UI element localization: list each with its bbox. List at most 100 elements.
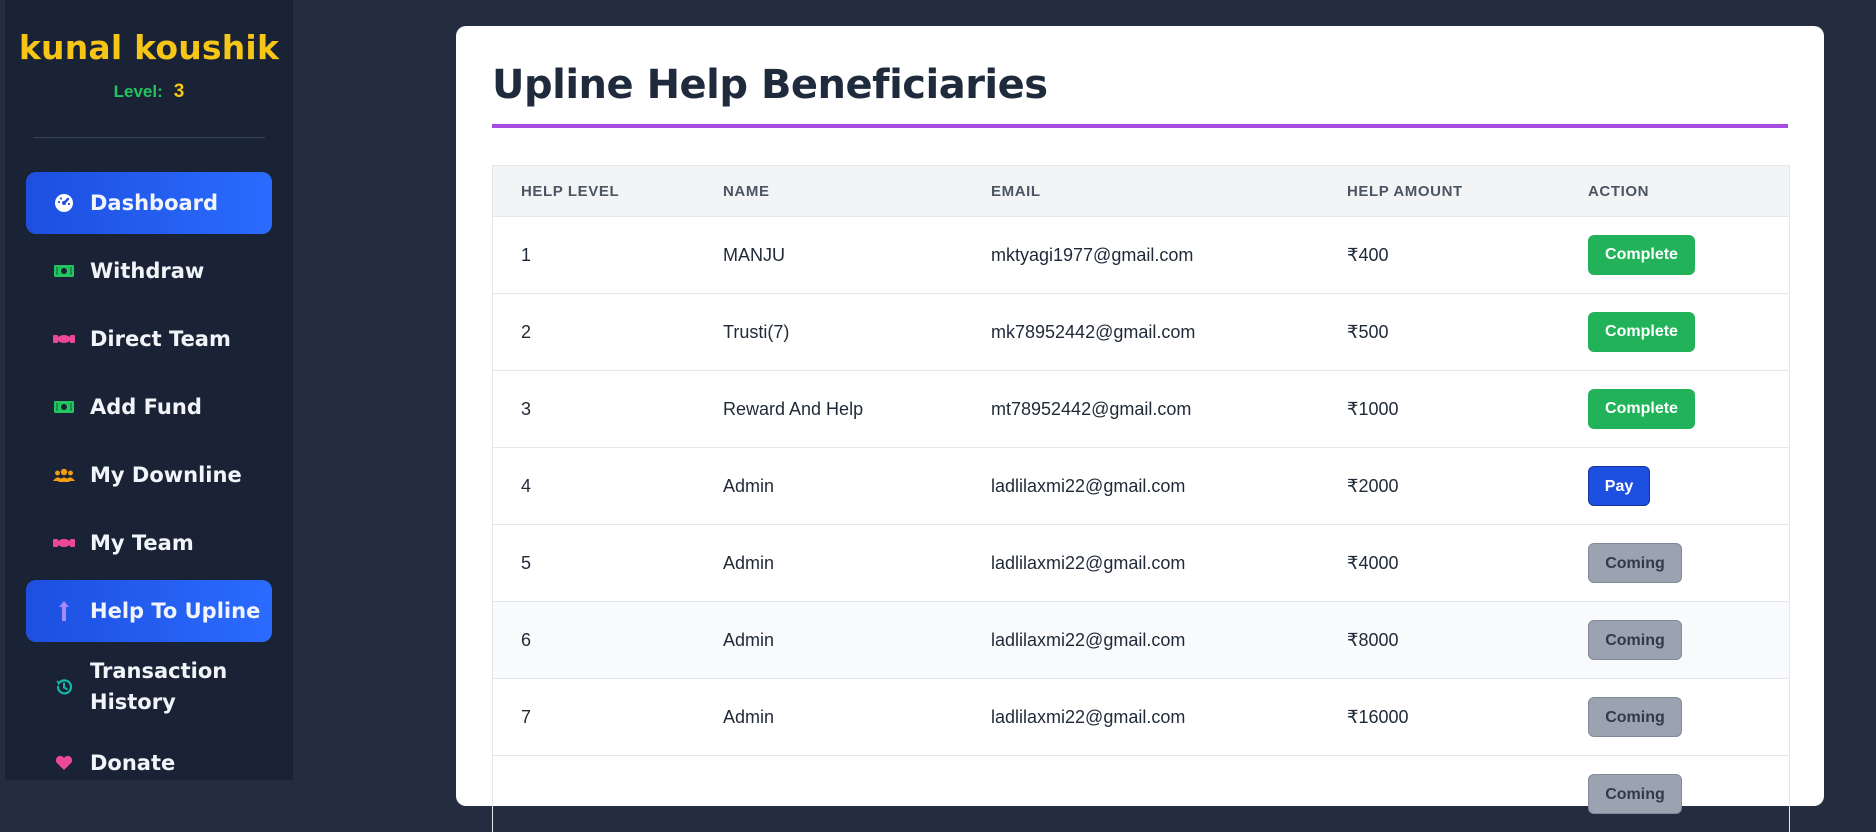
beneficiaries-table: HELP LEVEL NAME EMAIL HELP AMOUNT ACTION… (492, 165, 1790, 832)
cell-action: Complete (1560, 217, 1789, 294)
handshake-icon (50, 536, 78, 550)
cell-name: Admin (695, 448, 963, 525)
coming-button[interactable]: Coming (1588, 697, 1682, 737)
money-icon (50, 400, 78, 414)
cell-action: Coming (1560, 602, 1789, 679)
sidebar-nav: Dashboard Withdraw Direct Team Add Fund … (5, 172, 293, 780)
handshake-icon (50, 332, 78, 346)
sidebar-item-label: Donate (90, 748, 175, 779)
cell-email: ladlilaxmi22@gmail.com (963, 448, 1319, 525)
column-header-email: EMAIL (963, 166, 1319, 217)
cell-email: ladlilaxmi22@gmail.com (963, 525, 1319, 602)
level-row: Level: 3 (5, 81, 293, 103)
cell-name: MANJU (695, 217, 963, 294)
cell-help-amount: ₹2000 (1319, 448, 1560, 525)
cell-help-amount: ₹4000 (1319, 525, 1560, 602)
cell-action: Coming (1560, 756, 1789, 832)
history-icon (50, 677, 78, 697)
cell-email: ladlilaxmi22@gmail.com (963, 602, 1319, 679)
cell-name: Trusti(7) (695, 294, 963, 371)
cell-help-amount: ₹16000 (1319, 679, 1560, 756)
cell-help-amount (1319, 756, 1560, 832)
cell-name: Reward And Help (695, 371, 963, 448)
cell-name: Admin (695, 679, 963, 756)
heart-icon (50, 755, 78, 771)
sidebar-item-label: Withdraw (90, 256, 204, 287)
sidebar-item-label: My Downline (90, 460, 242, 491)
coming-button[interactable]: Coming (1588, 620, 1682, 660)
cell-help-level: 4 (493, 448, 695, 525)
cell-help-level (493, 756, 695, 832)
cell-help-level: 2 (493, 294, 695, 371)
cell-email: ladlilaxmi22@gmail.com (963, 679, 1319, 756)
column-header-action: ACTION (1560, 166, 1789, 217)
user-name: kunal koushik (5, 28, 293, 67)
cell-help-amount: ₹500 (1319, 294, 1560, 371)
sidebar-item-direct-team[interactable]: Direct Team (26, 308, 272, 370)
cell-name (695, 756, 963, 832)
cell-name: Admin (695, 525, 963, 602)
table-row: 7 Admin ladlilaxmi22@gmail.com ₹16000 Co… (493, 679, 1789, 756)
cell-email (963, 756, 1319, 832)
sidebar-item-label: My Team (90, 528, 194, 559)
table-row: 3 Reward And Help mt78952442@gmail.com ₹… (493, 371, 1789, 448)
sidebar-item-label: Direct Team (90, 324, 231, 355)
cell-email: mt78952442@gmail.com (963, 371, 1319, 448)
table-row: 2 Trusti(7) mk78952442@gmail.com ₹500 Co… (493, 294, 1789, 371)
coming-button[interactable]: Coming (1588, 543, 1682, 583)
cell-help-level: 7 (493, 679, 695, 756)
cell-name: Admin (695, 602, 963, 679)
table-row: 5 Admin ladlilaxmi22@gmail.com ₹4000 Com… (493, 525, 1789, 602)
complete-button[interactable]: Complete (1588, 389, 1695, 429)
table-row: Coming (493, 756, 1789, 832)
column-header-name: NAME (695, 166, 963, 217)
cell-help-amount: ₹8000 (1319, 602, 1560, 679)
sidebar-item-label: Help To Upline (90, 596, 260, 627)
main-card: Upline Help Beneficiaries HELP LEVEL NAM… (456, 26, 1824, 806)
cell-action: Coming (1560, 679, 1789, 756)
sidebar-item-donate[interactable]: Donate (26, 732, 272, 780)
title-underline (492, 124, 1788, 128)
level-value: 3 (174, 81, 185, 102)
arrow-up-icon (50, 600, 78, 622)
level-label: Level: (114, 82, 163, 101)
sidebar-item-withdraw[interactable]: Withdraw (26, 240, 272, 302)
coming-button[interactable]: Coming (1588, 774, 1682, 814)
sidebar-item-add-fund[interactable]: Add Fund (26, 376, 272, 438)
cell-action: Pay (1560, 448, 1789, 525)
cell-email: mktyagi1977@gmail.com (963, 217, 1319, 294)
cell-email: mk78952442@gmail.com (963, 294, 1319, 371)
sidebar-item-transaction-history[interactable]: Transaction History (26, 648, 272, 726)
pay-button[interactable]: Pay (1588, 466, 1650, 506)
sidebar-item-help-to-upline[interactable]: Help To Upline (26, 580, 272, 642)
cell-help-amount: ₹400 (1319, 217, 1560, 294)
brand: kunal koushik Level: 3 (5, 0, 293, 103)
column-header-help-amount: HELP AMOUNT (1319, 166, 1560, 217)
sidebar-item-label: Transaction History (90, 656, 230, 718)
table-header-row: HELP LEVEL NAME EMAIL HELP AMOUNT ACTION (493, 166, 1789, 217)
cell-help-level: 1 (493, 217, 695, 294)
complete-button[interactable]: Complete (1588, 235, 1695, 275)
sidebar-item-label: Dashboard (90, 188, 218, 219)
cell-help-level: 5 (493, 525, 695, 602)
cell-action: Complete (1560, 371, 1789, 448)
column-header-help-level: HELP LEVEL (493, 166, 695, 217)
sidebar: kunal koushik Level: 3 Dashboard Withdra… (5, 0, 293, 780)
page-title: Upline Help Beneficiaries (492, 62, 1048, 108)
table-row: 6 Admin ladlilaxmi22@gmail.com ₹8000 Com… (493, 602, 1789, 679)
gauge-icon (50, 193, 78, 213)
money-icon (50, 264, 78, 278)
users-icon (50, 467, 78, 483)
sidebar-item-my-downline[interactable]: My Downline (26, 444, 272, 506)
table-row: 1 MANJU mktyagi1977@gmail.com ₹400 Compl… (493, 217, 1789, 294)
cell-action: Complete (1560, 294, 1789, 371)
cell-help-amount: ₹1000 (1319, 371, 1560, 448)
sidebar-item-dashboard[interactable]: Dashboard (26, 172, 272, 234)
cell-help-level: 6 (493, 602, 695, 679)
table-row: 4 Admin ladlilaxmi22@gmail.com ₹2000 Pay (493, 448, 1789, 525)
cell-help-level: 3 (493, 371, 695, 448)
complete-button[interactable]: Complete (1588, 312, 1695, 352)
sidebar-item-label: Add Fund (90, 392, 202, 423)
sidebar-divider (33, 137, 265, 138)
sidebar-item-my-team[interactable]: My Team (26, 512, 272, 574)
